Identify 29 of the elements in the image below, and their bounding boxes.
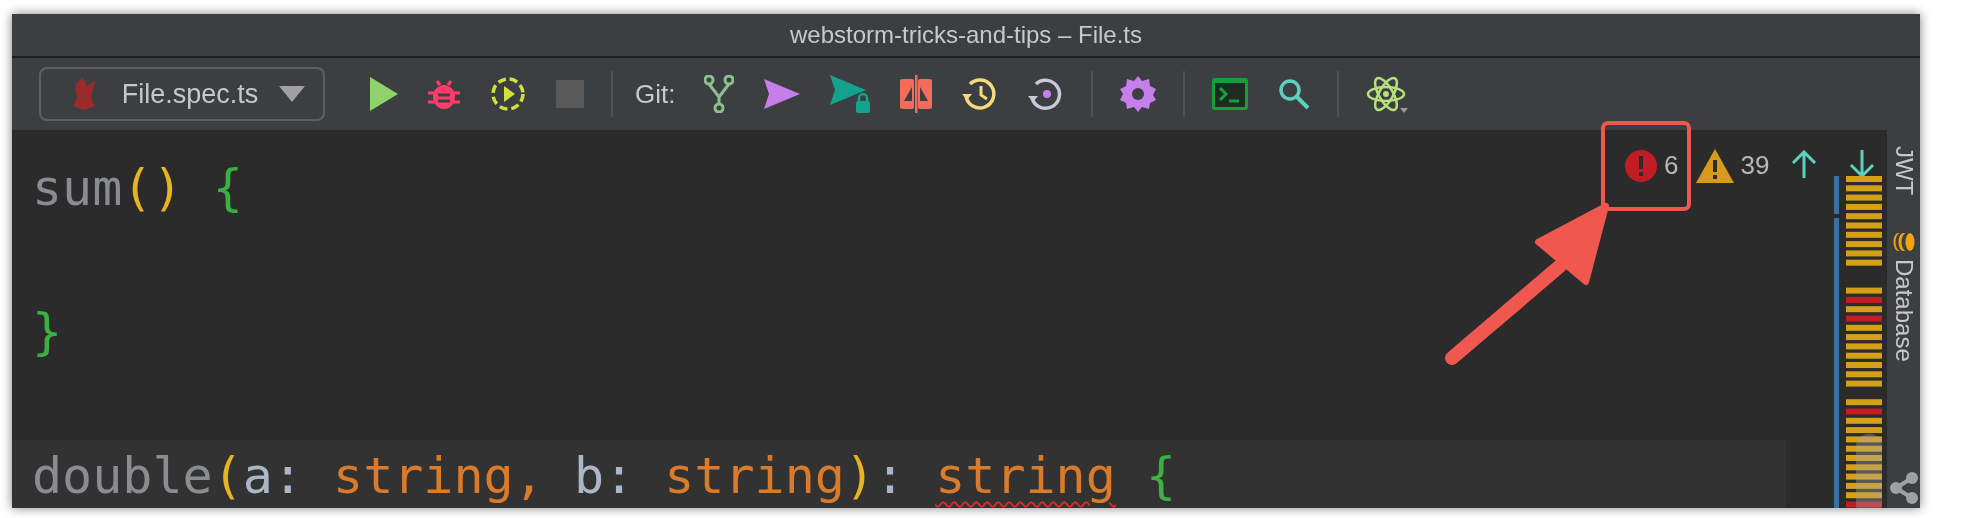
error-count: 6 xyxy=(1664,150,1679,181)
git-label: Git: xyxy=(635,78,676,110)
run-configuration-dropdown[interactable]: File.spec.ts xyxy=(39,67,325,121)
run-icon xyxy=(368,77,398,111)
debug-icon xyxy=(428,77,460,111)
history-icon xyxy=(962,76,999,112)
down-arrow-icon xyxy=(1849,150,1876,178)
compare-icon xyxy=(900,75,933,113)
push-icon xyxy=(764,79,801,109)
warning-icon xyxy=(1696,148,1735,183)
caret-icon xyxy=(279,86,305,102)
warning-count: 39 xyxy=(1740,150,1770,181)
search-icon xyxy=(1278,78,1311,110)
code-line: sum() { xyxy=(31,158,243,219)
error-icon xyxy=(1624,148,1658,183)
tool-window-tab[interactable]: Database xyxy=(1889,227,1918,367)
share-icon[interactable] xyxy=(1888,472,1919,504)
coverage-icon xyxy=(490,76,526,112)
branches-icon xyxy=(704,75,735,113)
up-arrow-icon xyxy=(1791,150,1818,178)
window-title: webstorm-tricks-and-tips – File.ts xyxy=(789,21,1143,49)
atom-icon xyxy=(1366,74,1409,114)
stop-icon xyxy=(556,80,584,108)
database-icon xyxy=(1892,232,1915,253)
tool-window-tab[interactable]: JWT xyxy=(1889,142,1918,200)
push-lock-icon xyxy=(830,75,871,113)
settings-icon xyxy=(1120,76,1157,112)
code-line: } xyxy=(31,302,63,363)
terminal-icon xyxy=(1212,78,1249,110)
